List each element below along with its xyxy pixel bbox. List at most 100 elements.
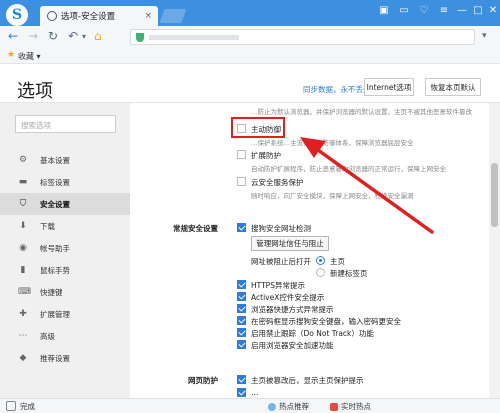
sidebar-item-label: 安全设置 (40, 199, 70, 209)
shortcut-warning-label: 浏览器快捷方式异常提示 (251, 305, 334, 314)
activex-checkbox[interactable] (237, 292, 246, 301)
highlight-box (231, 117, 285, 138)
scrollbar-thumb[interactable] (491, 163, 498, 227)
keyboard-icon: ⌨ (18, 287, 31, 297)
mouse-icon: ▮ (20, 265, 26, 275)
status-text: 完成 (20, 402, 35, 411)
star-icon: ★ (7, 50, 16, 60)
home-icon[interactable]: ⌂ (94, 29, 102, 43)
refresh-icon[interactable]: ↻ (48, 29, 58, 43)
maximize-icon[interactable]: □ (470, 5, 486, 16)
sidebar-item-advanced[interactable]: ⋯ 高级 (0, 325, 130, 347)
restore-icon[interactable]: ▣ (376, 5, 392, 16)
cloud-protect-label: 云安全服务保护 (251, 178, 304, 187)
account-icon: ◉ (19, 243, 27, 253)
back-icon[interactable]: ← (8, 29, 18, 43)
tab-title: 选项-安全设置 (61, 12, 116, 22)
url-text (149, 35, 239, 40)
https-warning-label: HTTPS异常提示 (251, 281, 305, 290)
security-shield-icon (136, 33, 144, 42)
advanced-icon: ⋯ (18, 331, 28, 341)
sidebar-item-tabs[interactable]: ▬ 标签设置 (0, 171, 130, 193)
sidebar-item-extensions[interactable]: ✚ 扩展管理 (0, 303, 130, 325)
shortcut-warning-checkbox[interactable] (237, 304, 246, 313)
hot-icon (330, 402, 338, 411)
undo-icon[interactable]: ↶ (68, 29, 78, 43)
sidebar-item-label: 下载 (40, 221, 55, 231)
tab-icon: ▬ (18, 177, 28, 187)
sogou-detect-checkbox[interactable] (237, 223, 246, 232)
chevron-down-icon: ▾ (36, 52, 41, 61)
sidebar-item-shortcuts[interactable]: ⌨ 快捷键 (0, 281, 130, 303)
sidebar-item-label: 标签设置 (40, 177, 70, 187)
homepage-extra-checkbox[interactable] (237, 388, 246, 397)
secure-keyboard-checkbox[interactable] (237, 316, 246, 325)
activex-label: ActiveX控件安全提示 (251, 293, 325, 302)
homepage-tamper-checkbox[interactable] (237, 375, 246, 384)
forward-icon[interactable]: → (28, 29, 38, 43)
extension-icon: ✚ (19, 309, 27, 319)
section-regular-security: 常规安全设置 (173, 224, 218, 233)
search-input[interactable]: 搜索选项 (15, 115, 116, 133)
bookmarks-label: 收藏 (18, 52, 34, 61)
setting-desc: …防止为默认浏览器，并保护浏览器的默认设置，主页不被其他恶意软件篡改 (251, 108, 472, 116)
gear-icon: ⚙ (18, 155, 28, 165)
internet-options-button[interactable]: Internet选项 (364, 78, 414, 96)
browser-logo-icon[interactable]: S (6, 4, 28, 26)
tab-close-icon[interactable]: × (144, 11, 152, 21)
sidebar: 搜索选项 ⚙ 基本设置 ▬ 标签设置 ⛉ 安全设置 ⬇ 下载 ◉ 帐号助手 ▮ … (0, 103, 130, 398)
homepage-tamper-label: 主页被篡改后，显示主页保护提示 (251, 376, 364, 385)
cloud-protect-checkbox[interactable] (237, 177, 246, 186)
undo-dropdown-icon[interactable]: ▾ (82, 32, 86, 41)
sidebar-item-recommended[interactable]: ◆ 推荐设置 (0, 347, 130, 369)
radio-newtab-label: 新建标签页 (330, 269, 368, 278)
close-icon[interactable]: ✕ (485, 5, 500, 16)
section-homepage-protect: 网页防护 (188, 376, 218, 385)
address-dropdown-icon[interactable]: ▾ (482, 31, 487, 41)
after-block-label: 网址被阻止后打开 (251, 257, 311, 266)
manage-urls-button[interactable]: 管理网址信任与阻止 (251, 236, 329, 251)
settings-content: …防止为默认浏览器，并保护浏览器的默认设置，主页不被其他恶意软件篡改 主动防御 … (130, 103, 490, 398)
https-warning-checkbox[interactable] (237, 280, 246, 289)
sidebar-item-account[interactable]: ◉ 帐号助手 (0, 237, 130, 259)
sidebar-item-label: 推荐设置 (40, 353, 70, 363)
download-icon: ⬇ (19, 221, 27, 231)
news-link-hot[interactable]: 热点推荐 (268, 401, 309, 412)
scrollbar[interactable] (489, 103, 500, 398)
new-tab-button[interactable] (159, 9, 187, 23)
bookmarks-button[interactable]: 收藏 ▾ (18, 51, 41, 62)
extension-protect-desc: 自动防护扩展程序，防止恶意篡改浏览器的正常运行，保障上网安全 (251, 165, 446, 173)
tab-settings[interactable]: 选项-安全设置 × (40, 6, 158, 26)
security-acceleration-checkbox[interactable] (237, 340, 246, 349)
sidebar-item-label: 鼠标手势 (40, 265, 70, 275)
sidebar-item-label: 高级 (40, 331, 55, 341)
recommend-icon: ◆ (19, 353, 27, 363)
radio-home[interactable] (316, 256, 325, 265)
security-acceleration-label: 启用浏览器安全加速功能 (251, 341, 334, 350)
news-icon (268, 402, 276, 411)
radio-newtab[interactable] (316, 268, 325, 277)
sidebar-item-label: 帐号助手 (40, 243, 70, 253)
sidebar-item-mouse[interactable]: ▮ 鼠标手势 (0, 259, 130, 281)
minimize-icon[interactable]: — (454, 5, 470, 16)
window-icon[interactable]: ▭ (396, 5, 412, 16)
title-bar: S 选项-安全设置 × ▣ ▭ ♡ ≡ — □ ✕ (0, 0, 500, 26)
news-link-realtime[interactable]: 实时热点 (330, 401, 371, 412)
extension-protect-checkbox[interactable] (237, 150, 246, 159)
page-icon (6, 401, 16, 411)
homepage-extra-label: … (251, 388, 259, 397)
address-bar[interactable] (130, 29, 475, 45)
extension-protect-label: 扩展防护 (251, 151, 281, 160)
sidebar-item-basic[interactable]: ⚙ 基本设置 (0, 149, 130, 171)
status-bar: 完成 热点推荐 实时热点 (0, 398, 500, 413)
sidebar-item-security[interactable]: ⛉ 安全设置 (0, 193, 130, 215)
skin-icon[interactable]: ♡ (416, 5, 432, 16)
sync-link[interactable]: 同步数据，永不丢失 (303, 84, 371, 95)
do-not-track-checkbox[interactable] (237, 328, 246, 337)
restore-defaults-button[interactable]: 恢复本页默认 (425, 78, 481, 96)
menu-icon[interactable]: ≡ (436, 5, 452, 16)
radio-home-label: 主页 (330, 257, 345, 266)
active-defense-desc: …保护系统…主流存威胁防御体系，保障浏览器底层安全 (251, 139, 414, 147)
cloud-protect-desc: 随时响应，向厂安全模块，保障上网安全，杜绝安全漏洞 (251, 192, 414, 200)
sidebar-item-download[interactable]: ⬇ 下载 (0, 215, 130, 237)
